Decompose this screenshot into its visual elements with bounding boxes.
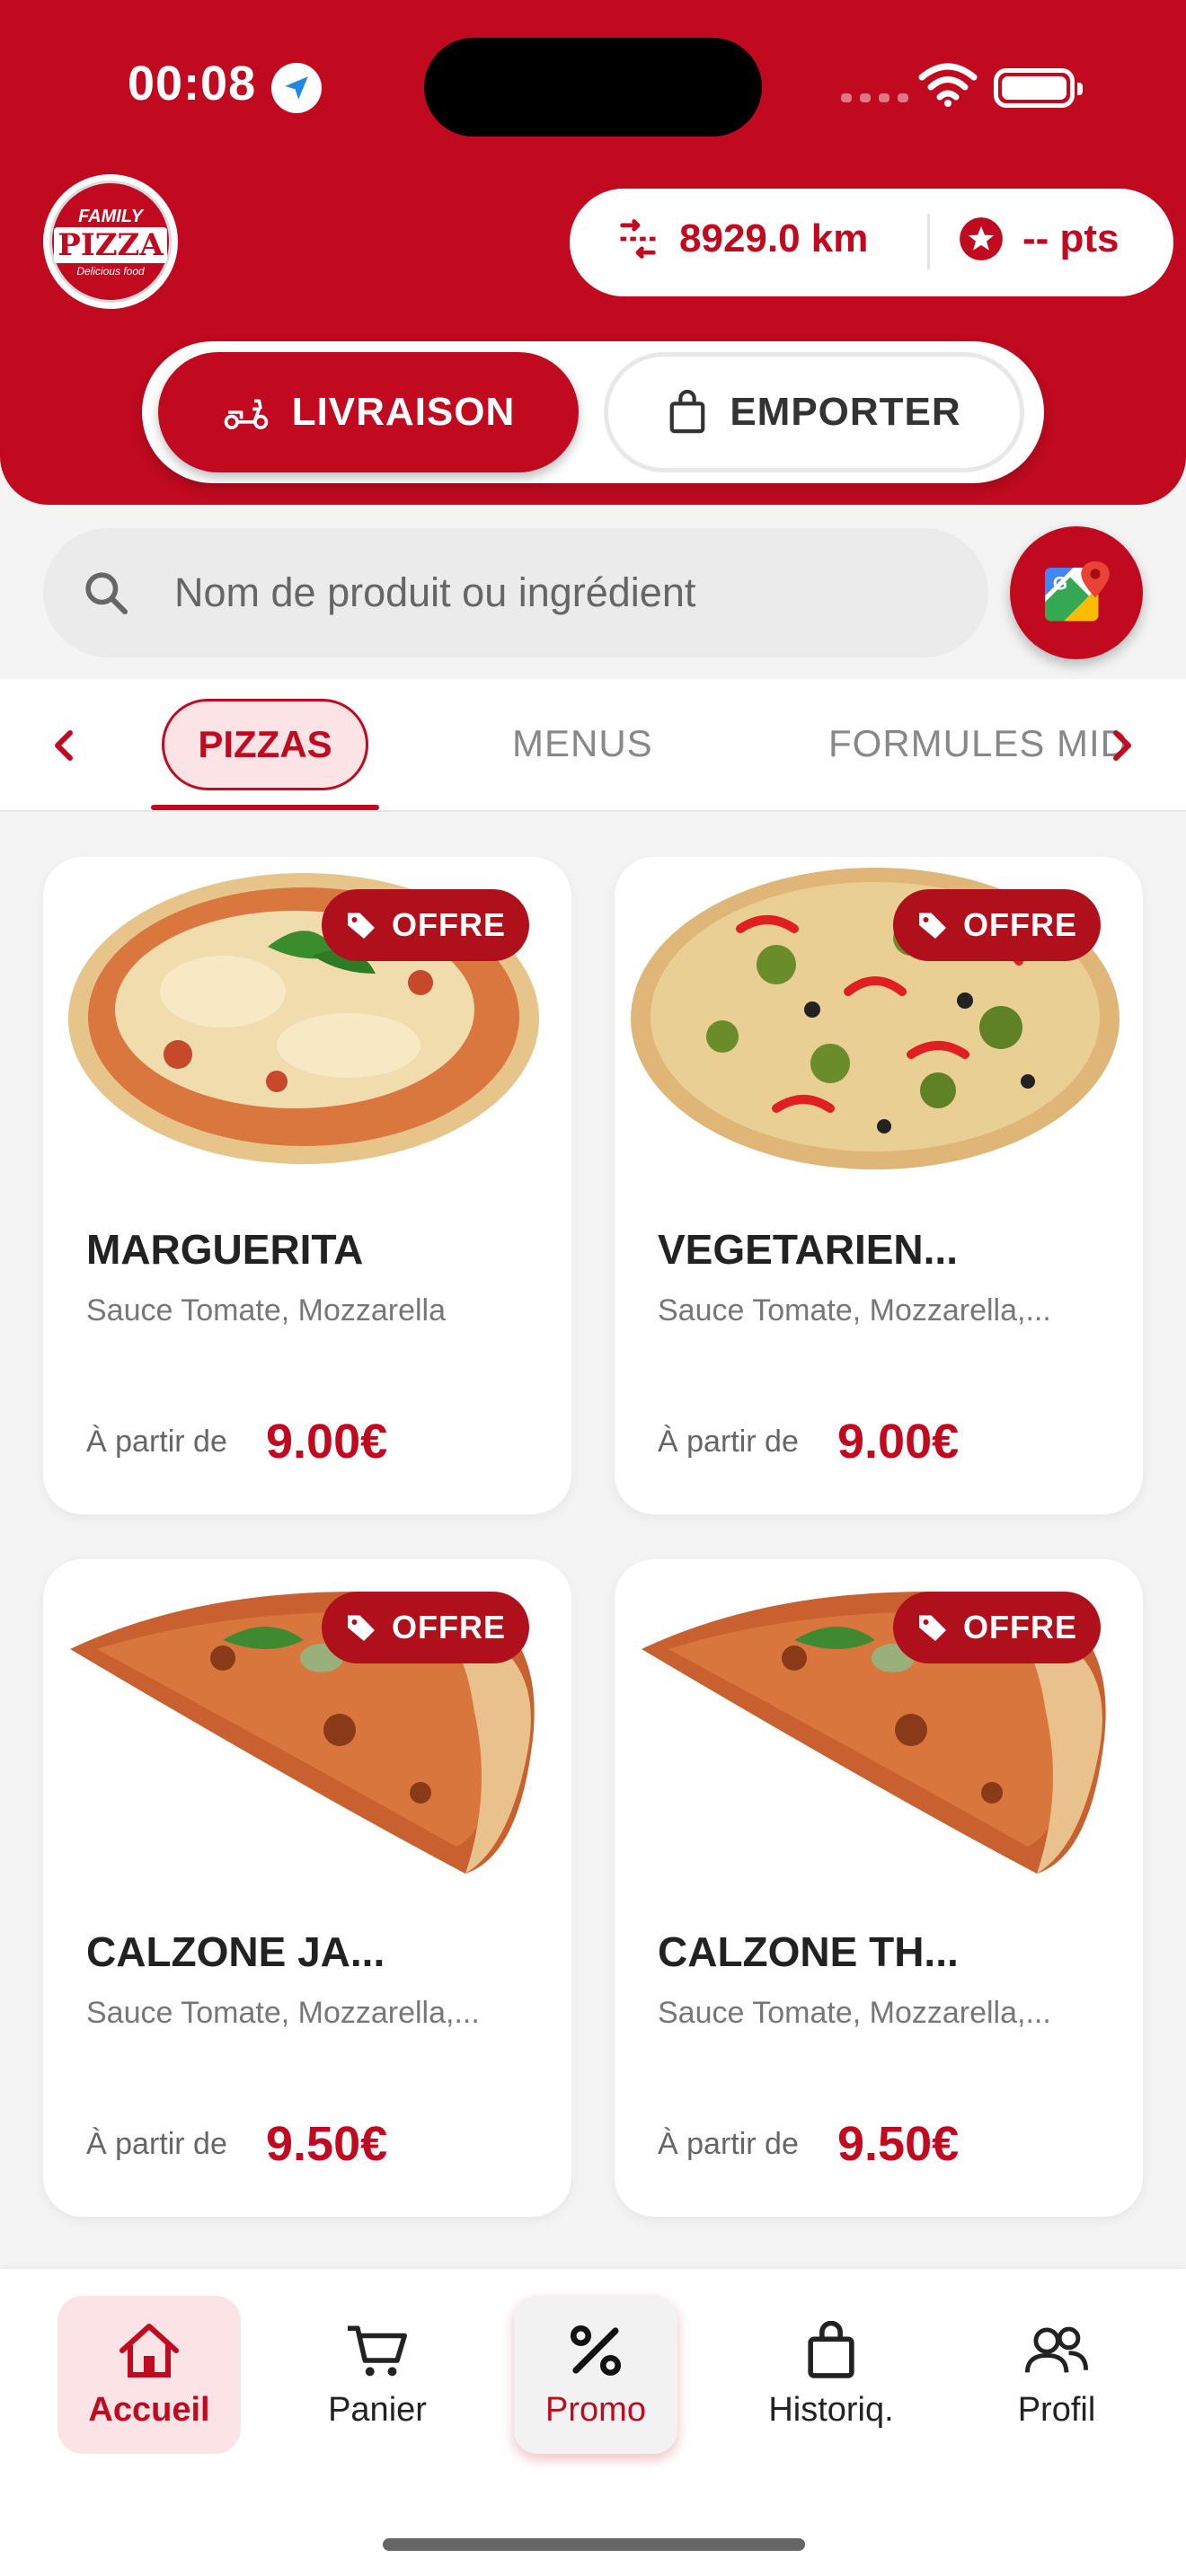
offer-badge: OFFRE (893, 1592, 1101, 1663)
product-name: MARGUERITA (86, 1226, 364, 1273)
nav-panier-label: Panier (328, 2390, 427, 2429)
header: 00:08 FAMILY PIZZA Delicious food 8929.0… (0, 0, 1186, 505)
cart-icon (348, 2325, 407, 2376)
product-price: 9.50€ (266, 2117, 388, 2171)
price-prefix: À partir de (658, 2127, 799, 2161)
logo-family: FAMILY (78, 206, 143, 226)
dynamic-island (424, 38, 762, 137)
nav-accueil[interactable]: Accueil (58, 2296, 241, 2454)
search-placeholder: Nom de produit ou ingrédient (174, 569, 696, 615)
tab-pizzas[interactable]: PIZZAS (162, 699, 368, 790)
shopping-bag-icon (669, 390, 705, 434)
nav-profil-label: Profil (1017, 2390, 1096, 2429)
price-prefix: À partir de (86, 1425, 227, 1459)
product-name: VEGETARIEN... (658, 1226, 958, 1273)
location-arrow-icon (271, 63, 322, 113)
offer-badge: OFFRE (893, 889, 1101, 961)
distance-value: 8929.0 km (679, 216, 869, 260)
product-name: CALZONE TH... (658, 1928, 959, 1975)
offer-badge: OFFRE (322, 889, 529, 961)
points-stat: -- pts (958, 216, 1120, 262)
logo-subtitle: Delicious food (76, 264, 145, 278)
emporter-label: EMPORTER (730, 390, 961, 434)
product-card[interactable]: OFFRE MARGUERITA Sauce Tomate, Mozzarell… (43, 857, 571, 1514)
star-badge-icon (960, 217, 1003, 260)
delivery-mode-toggle: LIVRAISON EMPORTER (142, 341, 1044, 483)
scooter-icon (224, 399, 269, 429)
tag-icon (919, 913, 946, 939)
product-description: Sauce Tomate, Mozzarella,... (658, 1293, 1051, 1328)
product-description: Sauce Tomate, Mozzarella,... (86, 1996, 480, 2030)
tab-formules-midi[interactable]: FORMULES MID (828, 722, 1125, 765)
product-description: Sauce Tomate, Mozzarella (86, 1293, 447, 1328)
percent-icon (570, 2325, 622, 2376)
status-time: 00:08 (128, 57, 257, 110)
stats-divider (927, 214, 930, 269)
nav-panier[interactable]: Panier (288, 2296, 467, 2454)
chevron-right-icon[interactable] (1107, 728, 1136, 768)
points-value: -- pts (1022, 216, 1120, 260)
home-indicator[interactable] (383, 2538, 805, 2551)
nav-accueil-label: Accueil (88, 2390, 210, 2429)
offer-badge-label: OFFRE (392, 1609, 506, 1645)
home-icon (119, 2323, 179, 2378)
nav-profil[interactable]: Profil (967, 2296, 1146, 2454)
product-description: Sauce Tomate, Mozzarella,... (658, 1996, 1051, 2030)
search-icon (81, 568, 131, 622)
product-price: 9.00€ (266, 1415, 388, 1469)
tag-icon (348, 913, 375, 939)
category-tabs: PIZZAS MENUS FORMULES MID (0, 679, 1186, 812)
product-card[interactable]: OFFRE VEGETARIEN... Sauce Tomate, Mozzar… (615, 857, 1143, 1514)
cellular-signal-icon (841, 93, 908, 102)
wifi-icon (918, 63, 978, 112)
svg-text:G: G (1053, 574, 1067, 595)
google-maps-icon: G (1045, 561, 1110, 622)
nav-historique-label: Historiq. (768, 2390, 894, 2429)
livraison-label: LIVRAISON (291, 390, 516, 434)
price-prefix: À partir de (658, 1425, 799, 1459)
maps-button[interactable]: G (1010, 526, 1143, 659)
price-prefix: À partir de (86, 2127, 227, 2161)
users-icon (1024, 2326, 1089, 2373)
tab-menus[interactable]: MENUS (512, 722, 653, 765)
product-name: CALZONE JA... (86, 1928, 385, 1975)
tag-icon (348, 1615, 375, 1641)
logo-pizza: PIZZA (54, 226, 167, 263)
emporter-button[interactable]: EMPORTER (604, 352, 1024, 472)
tag-icon (919, 1615, 946, 1641)
chevron-left-icon[interactable] (50, 728, 79, 768)
nav-promo-label: Promo (545, 2390, 646, 2429)
product-card[interactable]: OFFRE CALZONE TH... Sauce Tomate, Mozzar… (615, 1559, 1143, 2217)
product-price: 9.50€ (837, 2117, 960, 2171)
nav-historique[interactable]: Historiq. (746, 2296, 916, 2454)
battery-icon (994, 68, 1083, 108)
offer-badge-label: OFFRE (963, 1609, 1077, 1645)
stats-pill[interactable]: 8929.0 km -- pts (570, 189, 1173, 296)
livraison-button[interactable]: LIVRAISON (158, 352, 579, 472)
offer-badge: OFFRE (322, 1592, 529, 1663)
nav-promo[interactable]: Promo (514, 2296, 677, 2454)
search-input[interactable]: Nom de produit ou ingrédient (43, 528, 988, 657)
offer-badge-label: OFFRE (392, 906, 506, 943)
family-pizza-logo: FAMILY PIZZA Delicious food (43, 174, 178, 309)
tab-pizzas-label: PIZZAS (198, 723, 332, 765)
bottom-navigation: Accueil Panier Promo Historiq. Profil (0, 2269, 1186, 2576)
shopping-bag-icon (808, 2320, 854, 2378)
product-card[interactable]: OFFRE CALZONE JA... Sauce Tomate, Mozzar… (43, 1559, 571, 2217)
active-tab-underline (151, 805, 379, 810)
product-price: 9.00€ (837, 1415, 960, 1469)
offer-badge-label: OFFRE (963, 906, 1077, 943)
distance-stat: 8929.0 km (615, 216, 868, 262)
distance-icon (620, 219, 656, 259)
